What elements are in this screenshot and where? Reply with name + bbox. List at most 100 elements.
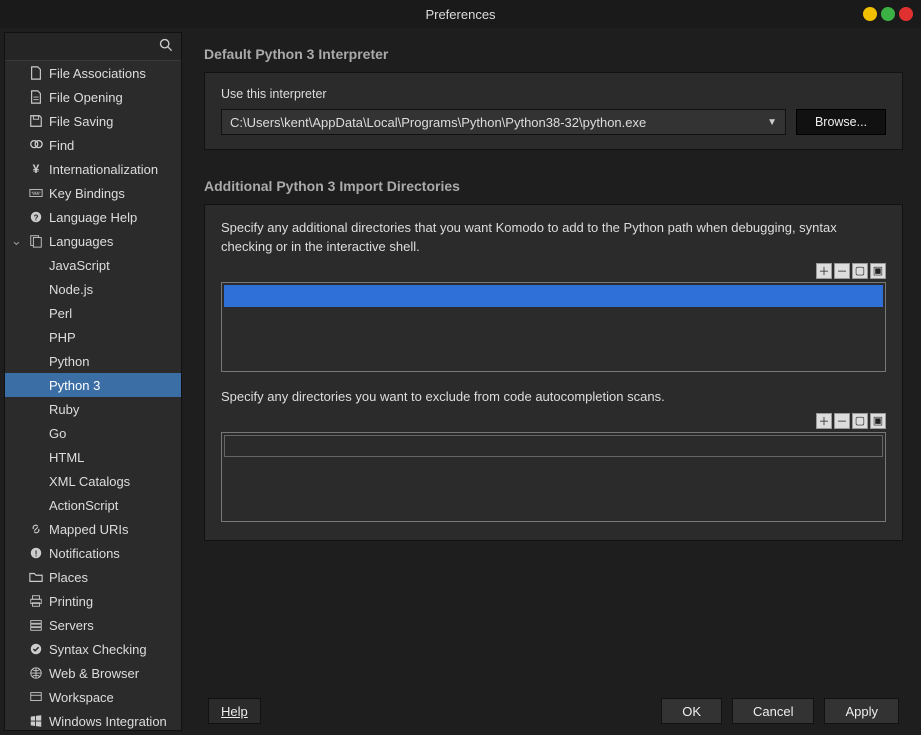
ok-button[interactable]: OK <box>661 698 722 724</box>
tree-item-html[interactable]: HTML <box>5 445 181 469</box>
tree-item-javascript[interactable]: JavaScript <box>5 253 181 277</box>
svg-text:?: ? <box>34 214 39 223</box>
movedown-include-button[interactable]: ▣ <box>870 263 886 279</box>
tree-item-node-js[interactable]: Node.js <box>5 277 181 301</box>
tree-item-perl[interactable]: Perl <box>5 301 181 325</box>
titlebar: Preferences <box>0 0 921 28</box>
tree-item-label: File Opening <box>49 90 123 105</box>
tree-item-languages[interactable]: ⌄Languages <box>5 229 181 253</box>
tree-item-php[interactable]: PHP <box>5 325 181 349</box>
sidebar: File Associations File Opening File Saving… <box>4 32 182 731</box>
save-icon <box>29 114 43 128</box>
tree-item-label: Syntax Checking <box>49 642 147 657</box>
interpreter-combo[interactable]: C:\Users\kent\AppData\Local\Programs\Pyt… <box>221 109 786 135</box>
tree-item-python-3[interactable]: Python 3 <box>5 373 181 397</box>
link-icon <box>29 522 43 536</box>
tree-item-internationalization[interactable]: ¥ Internationalization <box>5 157 181 181</box>
movedown-exclude-button[interactable]: ▣ <box>870 413 886 429</box>
tree-item-label: Internationalization <box>49 162 158 177</box>
remove-include-button[interactable]: － <box>834 263 850 279</box>
include-list-controls: ＋ － ▢ ▣ <box>221 263 886 279</box>
minimize-button[interactable] <box>863 7 877 21</box>
check-icon <box>29 642 43 656</box>
tree-item-label: Find <box>49 138 74 153</box>
content-area: Default Python 3 Interpreter Use this in… <box>182 28 921 735</box>
add-exclude-button[interactable]: ＋ <box>816 413 832 429</box>
interpreter-value: C:\Users\kent\AppData\Local\Programs\Pyt… <box>230 115 646 130</box>
tree-item-label: XML Catalogs <box>49 474 130 489</box>
include-listbox[interactable] <box>221 282 886 372</box>
svg-text:!: ! <box>35 550 38 559</box>
interpreter-label: Use this interpreter <box>221 87 886 101</box>
moveup-exclude-button[interactable]: ▢ <box>852 413 868 429</box>
window-title: Preferences <box>425 7 495 22</box>
browse-button[interactable]: Browse... <box>796 109 886 135</box>
tree-item-ruby[interactable]: Ruby <box>5 397 181 421</box>
section-interpreter-title: Default Python 3 Interpreter <box>204 46 903 62</box>
tree-item-actionscript[interactable]: ActionScript <box>5 493 181 517</box>
moveup-include-button[interactable]: ▢ <box>852 263 868 279</box>
tree-item-label: Places <box>49 570 88 585</box>
tree-item-label: Printing <box>49 594 93 609</box>
window-controls <box>863 7 913 21</box>
tree-item-label: JavaScript <box>49 258 110 273</box>
apply-button[interactable]: Apply <box>824 698 899 724</box>
tree-item-label: HTML <box>49 450 84 465</box>
remove-exclude-button[interactable]: － <box>834 413 850 429</box>
tree-item-servers[interactable]: Servers <box>5 613 181 637</box>
maximize-button[interactable] <box>881 7 895 21</box>
tree-item-label: File Associations <box>49 66 146 81</box>
preferences-tree[interactable]: File Associations File Opening File Saving… <box>5 61 181 730</box>
tree-item-notifications[interactable]: ! Notifications <box>5 541 181 565</box>
tree-item-file-opening[interactable]: File Opening <box>5 85 181 109</box>
tree-item-find[interactable]: Find <box>5 133 181 157</box>
import-panel: Specify any additional directories that … <box>204 204 903 541</box>
exclude-listbox[interactable] <box>221 432 886 522</box>
tree-item-places[interactable]: Places <box>5 565 181 589</box>
print-icon <box>29 594 43 608</box>
file-icon <box>29 66 43 80</box>
help-button[interactable]: Help <box>208 698 261 724</box>
tree-item-printing[interactable]: Printing <box>5 589 181 613</box>
tree-item-label: Python <box>49 354 89 369</box>
tree-item-label: Notifications <box>49 546 120 561</box>
include-list-selected-row[interactable] <box>224 285 883 307</box>
tree-item-language-help[interactable]: ?Language Help <box>5 205 181 229</box>
tree-item-file-saving[interactable]: File Saving <box>5 109 181 133</box>
exclude-desc: Specify any directories you want to excl… <box>221 388 886 407</box>
tree-item-syntax-checking[interactable]: Syntax Checking <box>5 637 181 661</box>
tree-item-file-associations[interactable]: File Associations <box>5 61 181 85</box>
folder-icon <box>29 570 43 584</box>
tree-item-label: Languages <box>49 234 113 249</box>
tree-item-web-browser[interactable]: Web & Browser <box>5 661 181 685</box>
file-open-icon <box>29 90 43 104</box>
tree-item-mapped-uris[interactable]: Mapped URIs <box>5 517 181 541</box>
tree-item-label: File Saving <box>49 114 113 129</box>
section-import-title: Additional Python 3 Import Directories <box>204 178 903 194</box>
add-include-button[interactable]: ＋ <box>816 263 832 279</box>
tree-item-python[interactable]: Python <box>5 349 181 373</box>
globe-icon <box>29 666 43 680</box>
tree-item-go[interactable]: Go <box>5 421 181 445</box>
sidebar-search[interactable] <box>5 33 181 61</box>
cancel-button[interactable]: Cancel <box>732 698 814 724</box>
tree-item-xml-catalogs[interactable]: XML Catalogs <box>5 469 181 493</box>
tree-item-windows-integration[interactable]: Windows Integration <box>5 709 181 730</box>
exclude-list-edit-row[interactable] <box>224 435 883 457</box>
yen-icon: ¥ <box>29 162 43 176</box>
help-icon: ? <box>29 210 43 224</box>
close-button[interactable] <box>899 7 913 21</box>
alert-icon: ! <box>29 546 43 560</box>
workspace-icon <box>29 690 43 704</box>
tree-item-label: Perl <box>49 306 72 321</box>
tree-item-label: Servers <box>49 618 94 633</box>
tree-item-label: PHP <box>49 330 76 345</box>
tree-item-label: ActionScript <box>49 498 118 513</box>
tree-item-key-bindings[interactable]: Key Bindings <box>5 181 181 205</box>
button-bar: Help OK Cancel Apply <box>204 687 903 735</box>
langs-icon <box>29 234 43 248</box>
search-icon <box>159 38 173 55</box>
chevron-down-icon: ▼ <box>767 117 777 128</box>
tree-item-label: Mapped URIs <box>49 522 128 537</box>
tree-item-workspace[interactable]: Workspace <box>5 685 181 709</box>
